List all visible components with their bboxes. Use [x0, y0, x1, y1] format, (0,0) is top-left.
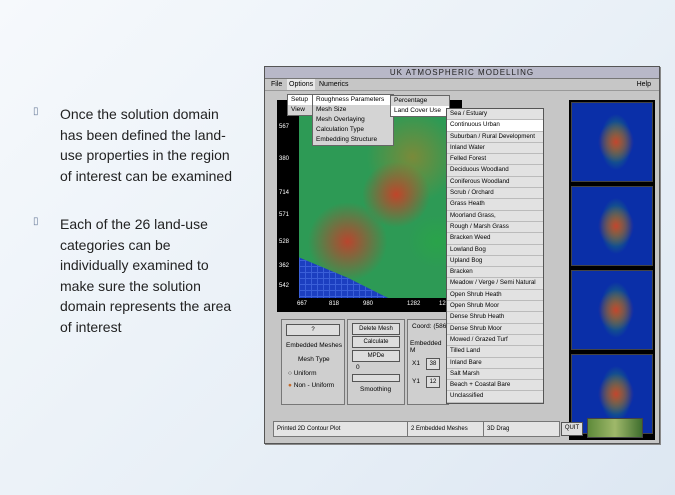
quit-button[interactable]: QUIT: [561, 422, 583, 436]
mesh-panel: ? Embedded Meshes Mesh Type ○ Uniform ● …: [281, 319, 345, 405]
mesh-type-label: Mesh Type: [298, 356, 330, 363]
window-title: UK ATMOSPHERIC MODELLING: [265, 67, 659, 79]
roughness-submenu: Percentage Land Cover Use: [390, 95, 450, 117]
mini-map[interactable]: [571, 102, 653, 182]
coord-readout: Coord: (586: [412, 323, 447, 330]
status-right: 3D Drag: [483, 421, 560, 437]
bullet-text: Once the solution domain has been define…: [60, 106, 232, 184]
embedded-meshes-label: Embedded Meshes: [286, 342, 343, 349]
options-dropdown: Roughness Parameters Mesh Size Mesh Over…: [312, 94, 394, 146]
land-use-item[interactable]: Felled Forest: [447, 154, 543, 166]
x-tick: 667: [297, 301, 308, 307]
land-use-item[interactable]: Meadow / Verge / Semi Natural: [447, 278, 543, 290]
y1-label: Y1: [412, 378, 420, 385]
y-tick: 528: [279, 239, 290, 245]
land-use-item[interactable]: Beach + Coastal Bare: [447, 380, 543, 392]
uniform-radio[interactable]: ○ Uniform: [288, 370, 317, 377]
sea-grid: [299, 257, 389, 298]
land-use-item[interactable]: Grass Heath: [447, 199, 543, 211]
mini-map[interactable]: [571, 186, 653, 266]
land-use-item[interactable]: Deciduous Woodland: [447, 165, 543, 177]
land-use-item[interactable]: Rough / Marsh Grass: [447, 222, 543, 234]
land-use-item[interactable]: Open Shrub Moor: [447, 301, 543, 313]
land-use-item[interactable]: Sea / Estuary: [447, 109, 543, 121]
menu-calculation-type[interactable]: Calculation Type: [313, 125, 393, 135]
uniform-label: Uniform: [293, 370, 317, 377]
menu-setup[interactable]: Setup: [288, 95, 312, 105]
calculate-button[interactable]: Calculate: [352, 336, 400, 348]
bullet-marker-icon: ▯: [33, 216, 39, 227]
bullet-item: ▯ Once the solution domain has been defi…: [33, 104, 238, 186]
smoothing-label: Smoothing: [360, 386, 392, 393]
embedded-label: Embedded M: [410, 340, 442, 354]
non-uniform-radio[interactable]: ● Non - Uniform: [288, 382, 334, 389]
menu-roughness[interactable]: Roughness Parameters: [313, 95, 393, 105]
status-left: Printed 2D Contour Plot: [273, 421, 408, 437]
y-tick: 362: [279, 263, 290, 269]
menu-mesh-overlaying[interactable]: Mesh Overlaying: [313, 115, 393, 125]
land-use-item[interactable]: Inland Water: [447, 143, 543, 155]
y1-field[interactable]: 12: [426, 376, 440, 388]
menu-numerics[interactable]: Numerics: [319, 79, 349, 90]
menu-bar: File Options Numerics Help: [265, 79, 659, 91]
y-tick: 714: [279, 190, 290, 196]
y-tick: 567: [279, 124, 290, 130]
menu-embedding-structure[interactable]: Embedding Structure: [313, 135, 393, 145]
land-use-item[interactable]: Mowed / Grazed Turf: [447, 335, 543, 347]
menu-options[interactable]: Options: [287, 79, 316, 90]
mini-map[interactable]: [571, 270, 653, 350]
logo-icon: [587, 418, 643, 438]
x-tick: 1282: [407, 301, 421, 307]
status-mid: 2 Embedded Meshes: [407, 421, 484, 437]
x-tick: 980: [363, 301, 374, 307]
menu-file[interactable]: File: [271, 79, 282, 90]
land-use-item[interactable]: Coniferous Woodland: [447, 177, 543, 189]
smoothing-value: 0: [356, 364, 360, 371]
land-use-item[interactable]: Continuous Urban: [447, 120, 543, 132]
non-uniform-label: Non - Uniform: [293, 382, 335, 389]
menu-help[interactable]: Help: [637, 79, 651, 90]
calc-panel: Delete Mesh Calculate MPDe 0 Smoothing: [347, 319, 405, 405]
land-use-item[interactable]: Bracken: [447, 267, 543, 279]
y-tick: 571: [279, 212, 290, 218]
bullet-item: ▯ Each of the 26 land-use categories can…: [33, 214, 238, 337]
radio-selected-icon: ●: [288, 382, 292, 389]
mini-map-grid: [569, 100, 655, 440]
land-use-menu: Sea / Estuary Continuous Urban Suburban / …: [446, 108, 544, 404]
menu-land-cover[interactable]: Land Cover Use: [391, 106, 449, 116]
setup-view-menu: Setup View: [287, 94, 313, 116]
y-tick: 542: [279, 283, 290, 289]
bullet-list: ▯ Once the solution domain has been defi…: [33, 104, 238, 357]
land-use-item[interactable]: Dense Shrub Moor: [447, 324, 543, 335]
land-use-item[interactable]: Open Shrub Heath: [447, 290, 543, 302]
bullet-marker-icon: ▯: [33, 106, 39, 117]
bullet-text: Each of the 26 land-use categories can b…: [60, 216, 232, 335]
mesh-slider[interactable]: ?: [286, 324, 340, 336]
land-use-item[interactable]: Dense Shrub Heath: [447, 312, 543, 324]
land-use-item[interactable]: Scrub / Orchard: [447, 188, 543, 200]
land-use-item[interactable]: Bracken Weed: [447, 233, 543, 245]
land-use-item[interactable]: Suburban / Rural Development: [447, 132, 543, 143]
land-use-item[interactable]: Lowland Bog: [447, 245, 543, 256]
land-use-item[interactable]: Tilled Land: [447, 346, 543, 358]
x1-field[interactable]: 38: [426, 358, 440, 370]
land-use-item[interactable]: Upland Bog: [447, 256, 543, 268]
x-tick: 818: [329, 301, 340, 307]
menu-mesh-size[interactable]: Mesh Size: [313, 105, 393, 115]
menu-view[interactable]: View: [288, 105, 312, 115]
land-use-item[interactable]: Moorland Grass,: [447, 211, 543, 222]
x1-label: X1: [412, 360, 420, 367]
smoothing-slider[interactable]: [352, 374, 400, 382]
land-use-item[interactable]: Unclassified: [447, 391, 543, 403]
land-use-item[interactable]: Salt Marsh: [447, 369, 543, 381]
delete-mesh-button[interactable]: Delete Mesh: [352, 323, 400, 335]
menu-percentage[interactable]: Percentage: [391, 96, 449, 106]
y-tick: 380: [279, 156, 290, 162]
coord-panel: Coord: (586 Embedded M X1 38 Y1 12: [407, 319, 449, 405]
mpde-field[interactable]: MPDe: [352, 350, 400, 362]
land-use-item[interactable]: Inland Bare: [447, 358, 543, 369]
